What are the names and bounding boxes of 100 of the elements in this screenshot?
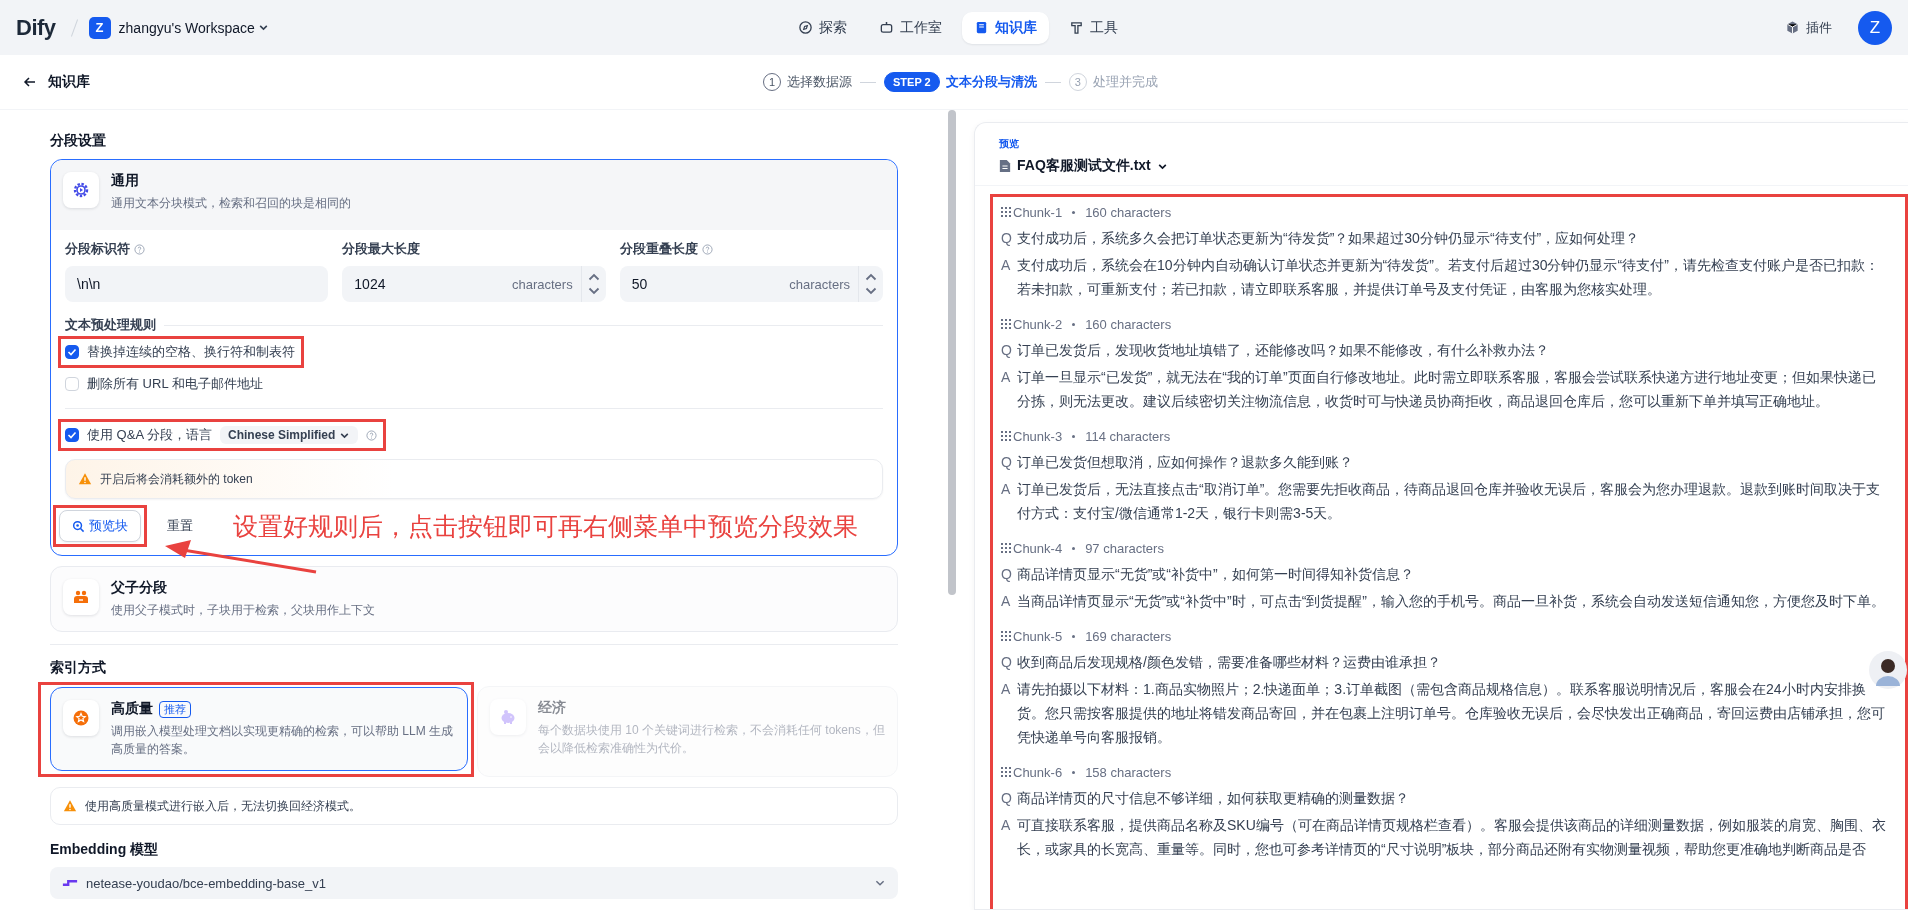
question-mark-label: Q (1001, 653, 1011, 672)
field-label: 分段最大长度 (342, 240, 421, 258)
grid-icon (1001, 207, 1011, 217)
chunk-name: Chunk-3 (1013, 428, 1063, 444)
file-select[interactable]: FAQ客服测试文件.txt (999, 151, 1168, 175)
answer-mark-label: A (1001, 480, 1011, 499)
answer-text: 当商品详情页显示“无货”或“补货中”时，可点击“到货提醒”，输入您的手机号。商品一旦补货，系统会自动发送短信通知您，方便您及时下单。 (1017, 592, 1886, 611)
section-title: 分段设置 (50, 132, 107, 150)
chunk-mode-card[interactable] (50, 159, 898, 556)
checkbox[interactable] (65, 345, 79, 359)
grid-icon (1001, 543, 1011, 553)
hammer-icon (1069, 20, 1084, 35)
scrollbar[interactable] (948, 110, 956, 595)
number-input[interactable]: 1024 characters (342, 266, 606, 302)
nav-tab[interactable]: 探索 (786, 11, 859, 44)
mode-description: 使用父子模式时，子块用于检索，父块用作上下文 (111, 602, 375, 619)
warning-text: 使用高质量模式进行嵌入后，无法切换回经济模式。 (85, 797, 361, 815)
answer-mark-label: A (1001, 368, 1011, 387)
cube-icon (1785, 20, 1800, 35)
input-value: 50 (631, 276, 649, 292)
robot-icon (879, 20, 894, 35)
logo[interactable]: Dify (16, 14, 56, 41)
reset-button[interactable]: 重置 (163, 517, 197, 535)
question-text: 收到商品后发现规格/颜色发错，需要准备哪些材料？运费由谁承担？ (1017, 653, 1442, 672)
annotation-text: 设置好规则后，点击按钮即可再右侧菜单中预览分段效果 (233, 510, 858, 542)
model-icon (62, 878, 78, 888)
chunk-name: Chunk-1 (1013, 204, 1063, 220)
question-text: 商品详情页的尺寸信息不够详细，如何获取更精确的测量数据？ (1017, 789, 1410, 808)
nav-tab[interactable]: 工作室 (867, 11, 954, 44)
delimiter-input[interactable]: \n\n (65, 266, 329, 302)
answer-mark-label: A (1001, 816, 1011, 835)
workspace-badge: Z (88, 16, 111, 39)
book-icon (974, 20, 989, 35)
grid-icon (1001, 431, 1011, 441)
warning-icon (63, 799, 77, 813)
question-text: 商品详情页显示“无货”或“补货中”，如何第一时间得知补货信息？ (1017, 565, 1415, 584)
mode-title: 通用 (111, 172, 140, 190)
section-title: Embedding 模型 (50, 841, 160, 859)
checkbox-label: 替换掉连续的空格、换行符和制表符 (87, 343, 295, 361)
workspace-switcher[interactable]: zhangyu's Workspace (118, 19, 269, 36)
recommended-badge: 推荐 (159, 700, 191, 718)
step-label[interactable]: 选择数据源 (787, 73, 852, 91)
step-number: STEP 2 (884, 72, 940, 92)
language-select[interactable]: Chinese Simplified (219, 426, 359, 444)
unit-label: characters (511, 276, 573, 292)
question-mark-label: Q (1001, 341, 1011, 360)
nav-tab[interactable]: 知识库 (962, 11, 1049, 44)
grid-icon (1001, 767, 1011, 777)
checkmark-icon (66, 346, 78, 358)
assistant-avatar[interactable] (1868, 650, 1908, 690)
plugins-button[interactable]: 插件 (1779, 17, 1838, 38)
checkbox[interactable] (65, 428, 79, 442)
number-input[interactable]: 50 characters (619, 266, 883, 302)
question-mark-label: Q (1001, 565, 1011, 584)
help-icon[interactable] (366, 429, 378, 441)
mode-title: 父子分段 (111, 579, 168, 597)
answer-mark-label: A (1001, 256, 1011, 275)
warning-text: 开启后将会消耗额外的 token (100, 470, 253, 488)
search-icon (72, 519, 85, 533)
model-select[interactable]: netease-youdao/bce-embedding-base_v1 (50, 867, 898, 899)
question-text: 订单已发货后，发现收货地址填错了，还能修改吗？如果不能修改，有什么补救办法？ (1017, 341, 1550, 360)
chunk-name: Chunk-2 (1013, 316, 1063, 332)
field-label: 分段重叠长度 (619, 240, 698, 258)
question-mark-label: Q (1001, 229, 1011, 248)
user-avatar[interactable]: Z (1858, 10, 1892, 45)
index-option-card[interactable]: 高质量 推荐 调用嵌入模型处理文档以实现更精确的检索，可以帮助 LLM 生成高质量的答案。 (50, 687, 468, 771)
answer-text: 支付成功后，系统会在10分钟内自动确认订单状态并更新为“待发货”。若支付后超过30分钟仍显示“待支付”，请先检查支付账户是否已扣款：若未扣款，可重新支付；若已扣款，请立即联系客服，并提供订单号及支付凭证，由客服为您核实处理。 (1017, 256, 1880, 299)
preview-label: 预览 (999, 137, 1020, 151)
compass-icon (798, 20, 813, 35)
answer-text: 订单已发货后，无法直接点击“取消订单”。您需要先拒收商品，待商品退回仓库并验收无误后，客服会为您办理退款。退款到账时间取决于支付方式：支付宝/微信通常1-2天，银行卡则需3-5天。 (1017, 480, 1882, 523)
question-text: 支付成功后，系统多久会把订单状态更新为“待发货”？如果超过30分钟仍显示“待支付”，应如何处理？ (1017, 229, 1641, 248)
rules-title: 文本预处理规则 (65, 316, 156, 334)
chunk-name: Chunk-4 (1013, 540, 1063, 556)
help-icon[interactable] (701, 243, 713, 255)
help-icon[interactable] (134, 243, 145, 255)
back-link[interactable]: 知识库 (16, 72, 96, 92)
option-description: 调用嵌入模型处理文档以实现更精确的检索，可以帮助 LLM 生成高质量的答案。 (111, 723, 454, 758)
preview-button[interactable]: 预览块 (59, 510, 141, 542)
chunk-length: 169 characters (1085, 628, 1172, 644)
unit-label: characters (789, 276, 850, 292)
nav-tab[interactable]: 工具 (1057, 11, 1130, 44)
option-title: 经济 (538, 699, 566, 717)
checkbox-label: 使用 Q&A 分段，语言 (87, 426, 212, 444)
grid-icon (1001, 319, 1011, 329)
option-description: 每个数据块使用 10 个关键词进行检索，不会消耗任何 tokens，但会以降低检索准确性为代价。 (538, 722, 885, 757)
chunk-length: 158 characters (1085, 764, 1172, 780)
chunk-mode-card[interactable]: 父子分段 使用父子模式时，子块用于检索，父块用作上下文 (50, 566, 898, 632)
warning-icon (78, 472, 92, 486)
answer-text: 可直接联系客服，提供商品名称及SKU编号（可在商品详情页规格栏查看）。客服会提供该商品的详细测量数据，例如服装的肩宽、胸围、衣长，或家具的长宽高、重量等。同时，您也可参考详情页的“尺寸说明”板块，部分商品还附有实物测量视频，帮助您更准确地判断商品是否 (1017, 816, 1887, 859)
section-title: 索引方式 (50, 659, 107, 677)
chunk-length: 97 characters (1085, 540, 1164, 556)
answer-text: 订单一旦显示“已发货”，就无法在“我的订单”页面自行修改地址。此时需立即联系客服，客服会尝试联系快递方进行地址变更；但如果快递已分拣，则无法更改。建议后续密切关注物流信息，收货时可与快递员协商拒收，商品退回仓库后，您可以重新下单并填写正确地址。 (1017, 368, 1877, 411)
checkmark-icon (66, 429, 78, 441)
answer-mark-label: A (1001, 680, 1011, 699)
question-text: 订单已发货但想取消，应如何操作？退款多久能到账？ (1017, 453, 1354, 472)
chunk-length: 160 characters (1085, 316, 1172, 332)
answer-mark-label: A (1001, 592, 1011, 611)
step-label[interactable]: 文本分段与清洗 (945, 73, 1037, 91)
grid-icon (1001, 631, 1011, 641)
checkbox-label: 删除所有 URL 和电子邮件地址 (87, 375, 263, 393)
